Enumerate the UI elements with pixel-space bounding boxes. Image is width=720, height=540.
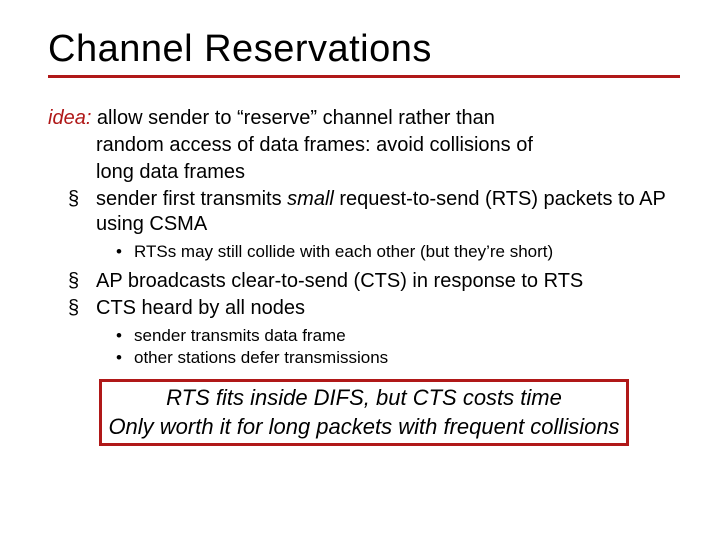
idea-cont-2: long data frames bbox=[96, 160, 680, 185]
bullet-3-sub-2: other stations defer transmissions bbox=[116, 347, 680, 369]
callout-box: RTS fits inside DIFS, but CTS costs time… bbox=[99, 379, 628, 446]
bullet-3: CTS heard by all nodes bbox=[68, 296, 680, 321]
bullet-1-sublist: RTSs may still collide with each other (… bbox=[116, 241, 680, 263]
idea-label: idea: bbox=[48, 107, 91, 129]
bullet-list: sender first transmits small request-to-… bbox=[68, 187, 680, 237]
callout-line-2: Only worth it for long packets with freq… bbox=[108, 413, 619, 442]
bullet-2: AP broadcasts clear-to-send (CTS) in res… bbox=[68, 269, 680, 294]
bullet-1: sender first transmits small request-to-… bbox=[68, 187, 680, 237]
bullet-1-pre: sender first transmits bbox=[96, 188, 287, 210]
bullet-1-sub-1: RTSs may still collide with each other (… bbox=[116, 241, 680, 263]
page-title: Channel Reservations bbox=[48, 28, 680, 78]
idea-line: idea: allow sender to “reserve” channel … bbox=[48, 106, 680, 131]
idea-cont-1: random access of data frames: avoid coll… bbox=[96, 133, 680, 158]
bullet-1-em: small bbox=[287, 188, 334, 210]
idea-text: allow sender to “reserve” channel rather… bbox=[91, 107, 495, 129]
bullet-3-sublist: sender transmits data frame other statio… bbox=[116, 325, 680, 369]
bullet-list-2: AP broadcasts clear-to-send (CTS) in res… bbox=[68, 269, 680, 321]
bullet-3-sub-1: sender transmits data frame bbox=[116, 325, 680, 347]
callout-wrap: RTS fits inside DIFS, but CTS costs time… bbox=[48, 379, 680, 446]
callout-line-1: RTS fits inside DIFS, but CTS costs time bbox=[108, 384, 619, 413]
